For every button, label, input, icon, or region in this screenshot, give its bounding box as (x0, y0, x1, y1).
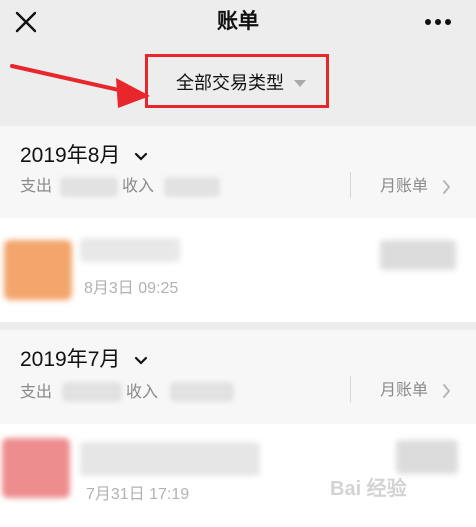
income-amount-redacted (164, 177, 220, 197)
transaction-avatar (2, 438, 70, 498)
transaction-name-redacted (80, 442, 260, 476)
income-amount-redacted (170, 382, 234, 402)
filter-label: 全部交易类型 (176, 73, 284, 93)
separator (350, 376, 351, 402)
more-button[interactable] (420, 8, 456, 36)
transaction-amount-redacted (396, 440, 458, 474)
expense-amount-redacted (60, 177, 118, 197)
income-label: 收入 (122, 178, 155, 195)
expense-amount-redacted (62, 382, 122, 402)
expense-label: 支出 (20, 384, 53, 401)
transaction-avatar (4, 240, 72, 300)
chevron-right-icon[interactable] (442, 384, 451, 398)
month-section-aug (0, 126, 476, 218)
divider (0, 118, 476, 126)
transaction-time: 8月3日 09:25 (84, 280, 179, 297)
chevron-down-icon[interactable] (134, 356, 148, 366)
more-dots-icon (425, 19, 451, 25)
income-label: 收入 (126, 384, 159, 401)
separator (350, 172, 351, 198)
transaction-name-redacted (80, 238, 180, 262)
divider (0, 322, 476, 330)
transaction-amount-redacted (380, 240, 456, 270)
monthly-bill-link[interactable]: 月账单 (380, 176, 428, 198)
expense-label: 支出 (20, 178, 53, 195)
chevron-down-icon[interactable] (134, 152, 148, 162)
monthly-bill-link[interactable]: 月账单 (380, 380, 428, 402)
page-title: 账单 (217, 10, 259, 33)
chevron-right-icon[interactable] (442, 180, 451, 194)
month-section-jul (0, 330, 476, 424)
month-title[interactable]: 2019年8月 (20, 142, 120, 170)
watermark: Bai 经验 (330, 478, 407, 500)
transaction-time: 7月31日 17:19 (86, 486, 190, 503)
month-title[interactable]: 2019年7月 (20, 346, 120, 374)
caret-down-icon (294, 80, 306, 87)
